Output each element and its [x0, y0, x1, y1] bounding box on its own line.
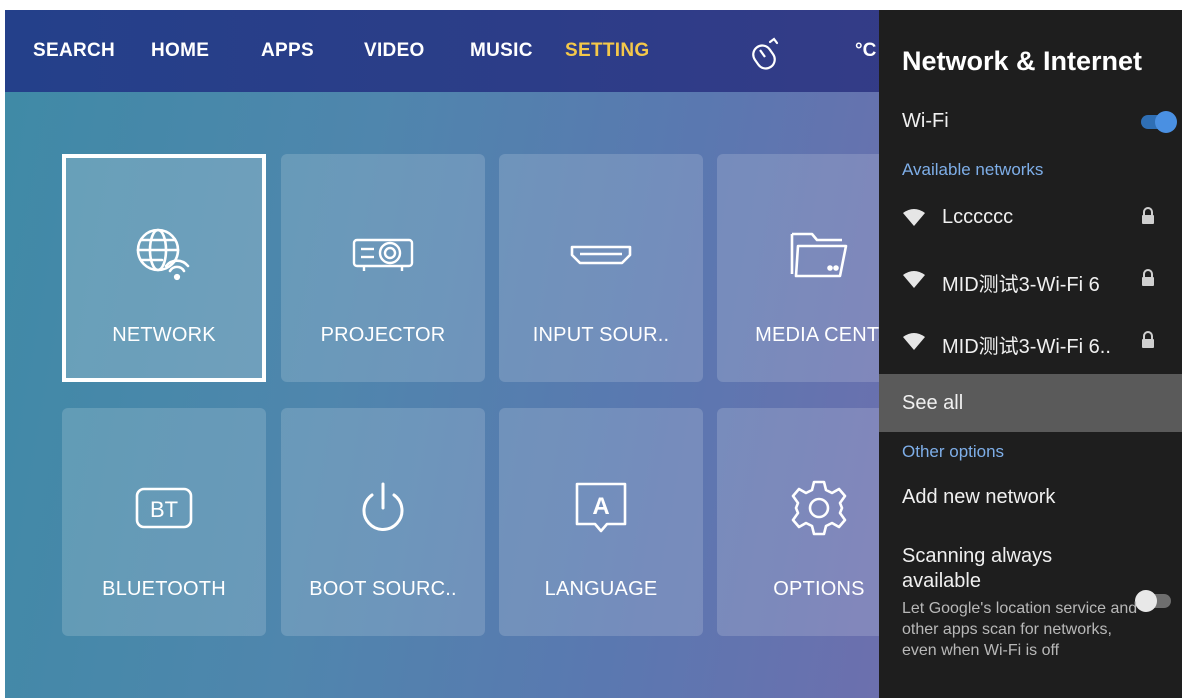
nav-home[interactable]: HOME — [151, 40, 209, 62]
available-networks-header: Available networks — [902, 160, 1044, 179]
tile-label: NETWORK — [112, 324, 216, 346]
panel-title: Network & Internet — [902, 46, 1143, 76]
lock-icon — [1141, 207, 1155, 230]
scanning-title: Scanning always available — [902, 545, 1053, 592]
see-all-label: See all — [902, 392, 964, 414]
see-all-button[interactable]: See all — [879, 374, 1182, 432]
scanning-description: Let Google's location service and other … — [902, 600, 1138, 659]
tile-language[interactable]: A LANGUAGE — [499, 408, 703, 636]
tile-label: LANGUAGE — [544, 578, 658, 600]
tile-label: PROJECTOR — [320, 324, 446, 346]
bluetooth-bt-icon: BT — [128, 472, 200, 544]
tile-projector[interactable]: PROJECTOR — [281, 154, 485, 382]
wifi-toggle[interactable] — [1141, 111, 1177, 133]
scanning-toggle[interactable] — [1135, 590, 1171, 612]
network-item[interactable]: Lcccccc — [879, 206, 1182, 233]
network-name: Lcccccc — [942, 206, 1014, 228]
hdmi-icon — [565, 218, 637, 290]
globe-wifi-icon — [128, 218, 200, 290]
add-network-row[interactable]: Add new network — [879, 486, 1182, 512]
network-internet-panel: Network & Internet Wi-Fi Available netwo… — [879, 10, 1182, 698]
scanning-row[interactable]: Scanning always available — [879, 544, 1182, 612]
tile-label: BOOT SOURC.. — [309, 578, 457, 600]
power-icon — [347, 472, 419, 544]
nav-apps[interactable]: APPS — [261, 40, 314, 62]
network-item[interactable]: MID测试3-Wi-Fi 6 — [879, 269, 1182, 296]
add-network-label: Add new network — [902, 486, 1056, 508]
tile-label: INPUT SOUR.. — [532, 324, 670, 346]
svg-text:BT: BT — [150, 497, 178, 522]
nav-search[interactable]: SEARCH — [33, 40, 115, 62]
nav-setting[interactable]: SETTING — [565, 40, 649, 62]
projector-icon — [347, 218, 419, 290]
nav-video[interactable]: VIDEO — [364, 40, 425, 62]
tile-bluetooth[interactable]: BT BLUETOOTH — [62, 408, 266, 636]
wifi-signal-icon — [902, 332, 926, 357]
tile-label: BLUETOOTH — [102, 578, 226, 600]
network-item[interactable]: MID测试3-Wi-Fi 6.. — [879, 331, 1182, 358]
wifi-signal-icon — [902, 208, 926, 233]
tile-network[interactable]: NETWORK — [62, 154, 266, 382]
tile-boot-source[interactable]: BOOT SOURC.. — [281, 408, 485, 636]
lock-icon — [1141, 331, 1155, 354]
temperature-text: °C — [855, 40, 877, 61]
network-name: MID测试3-Wi-Fi 6 — [942, 274, 1100, 296]
gear-icon — [783, 472, 855, 544]
lock-icon — [1141, 269, 1155, 292]
language-a-icon: A — [565, 472, 637, 544]
wifi-toggle-row[interactable]: Wi-Fi — [879, 110, 1182, 134]
toggle-knob — [1155, 111, 1177, 133]
svg-text:A: A — [592, 493, 609, 520]
network-name: MID测试3-Wi-Fi 6.. — [942, 336, 1111, 358]
mouse-icon[interactable] — [750, 36, 784, 75]
nav-music[interactable]: MUSIC — [470, 40, 533, 62]
tile-input-source[interactable]: INPUT SOUR.. — [499, 154, 703, 382]
wifi-label: Wi-Fi — [902, 110, 949, 132]
wifi-signal-icon — [902, 270, 926, 295]
folder-icon — [783, 218, 855, 290]
other-options-header: Other options — [902, 442, 1005, 461]
